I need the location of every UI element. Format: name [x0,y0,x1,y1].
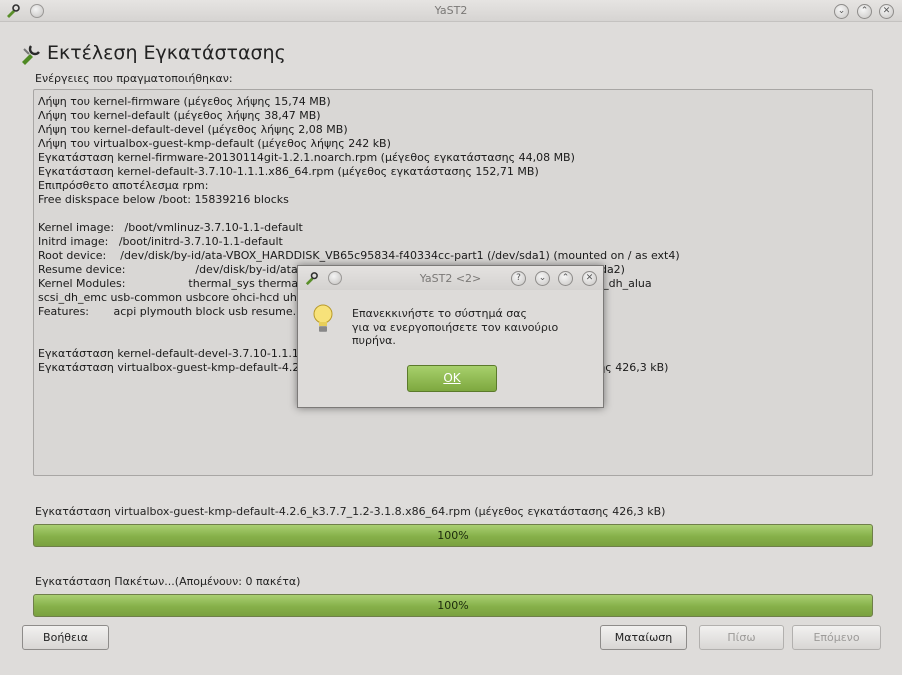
close-icon[interactable]: ✕ [582,271,597,286]
log-line: Free diskspace below /boot: 15839216 blo… [38,193,289,206]
log-label: Ενέργειες που πραγματοποιήθηκαν: [35,72,233,85]
progress-bar-package: 100% [33,524,873,547]
log-line: Initrd image: /boot/initrd-3.7.10-1.1-de… [38,235,283,248]
page-title: Εκτέλεση Εγκατάστασης [47,42,286,64]
log-line: Λήψη του kernel-firmware (μέγεθος λήψης … [38,95,331,108]
progress-label-total: Εγκατάσταση Πακέτων...(Απομένουν: 0 πακέ… [35,575,301,588]
lightbulb-icon [313,304,333,332]
log-line: Λήψη του kernel-default (μέγεθος λήψης 3… [38,109,321,122]
ok-button[interactable]: OK [407,365,497,392]
help-button[interactable]: Βοήθεια [22,625,109,650]
dialog-titlebar: YaST2 <2> ? ⌄ ⌃ ✕ [298,266,603,290]
maximize-icon[interactable]: ⌃ [558,271,573,286]
window-titlebar: YaST2 ⌄ ⌃ ✕ [0,0,902,22]
log-line: Εγκατάσταση kernel-firmware-20130114git-… [38,151,575,164]
minimize-icon[interactable]: ⌄ [834,4,849,19]
back-button[interactable]: Πίσω [699,625,784,650]
log-line: Επιπρόσθετο αποτέλεσμα rpm: [38,179,209,192]
maximize-icon[interactable]: ⌃ [857,4,872,19]
window-title: YaST2 [434,4,468,17]
minimize-icon[interactable]: ⌄ [535,271,550,286]
log-line: Λήψη του virtualbox-guest-kmp-default (μ… [38,137,391,150]
close-icon[interactable]: ✕ [879,4,894,19]
progress-percent-total: 100% [437,599,469,612]
progress-percent-package: 100% [437,529,469,542]
reboot-dialog: YaST2 <2> ? ⌄ ⌃ ✕ Επανεκκινήστε το σύστη… [297,265,604,408]
progress-bar-total: 100% [33,594,873,617]
log-line: Εγκατάσταση kernel-default-3.7.10-1.1.1.… [38,165,539,178]
help-icon[interactable]: ? [511,271,526,286]
next-button[interactable]: Επόμενο [792,625,881,650]
log-line: Kernel image: /boot/vmlinuz-3.7.10-1.1-d… [38,221,303,234]
dialog-message-line1: Επανεκκινήστε το σύστημά σας [352,307,527,320]
log-line: Λήψη του kernel-default-devel (μέγεθος λ… [38,123,348,136]
yast-install-icon [22,45,40,65]
abort-button[interactable]: Ματαίωση [600,625,687,650]
progress-label-package: Εγκατάσταση virtualbox-guest-kmp-default… [35,505,666,518]
log-line: Root device: /dev/disk/by-id/ata-VBOX_HA… [38,249,680,262]
dialog-message-line2: για να ενεργοποιήσετε τον καινούριο πυρή… [352,321,559,347]
